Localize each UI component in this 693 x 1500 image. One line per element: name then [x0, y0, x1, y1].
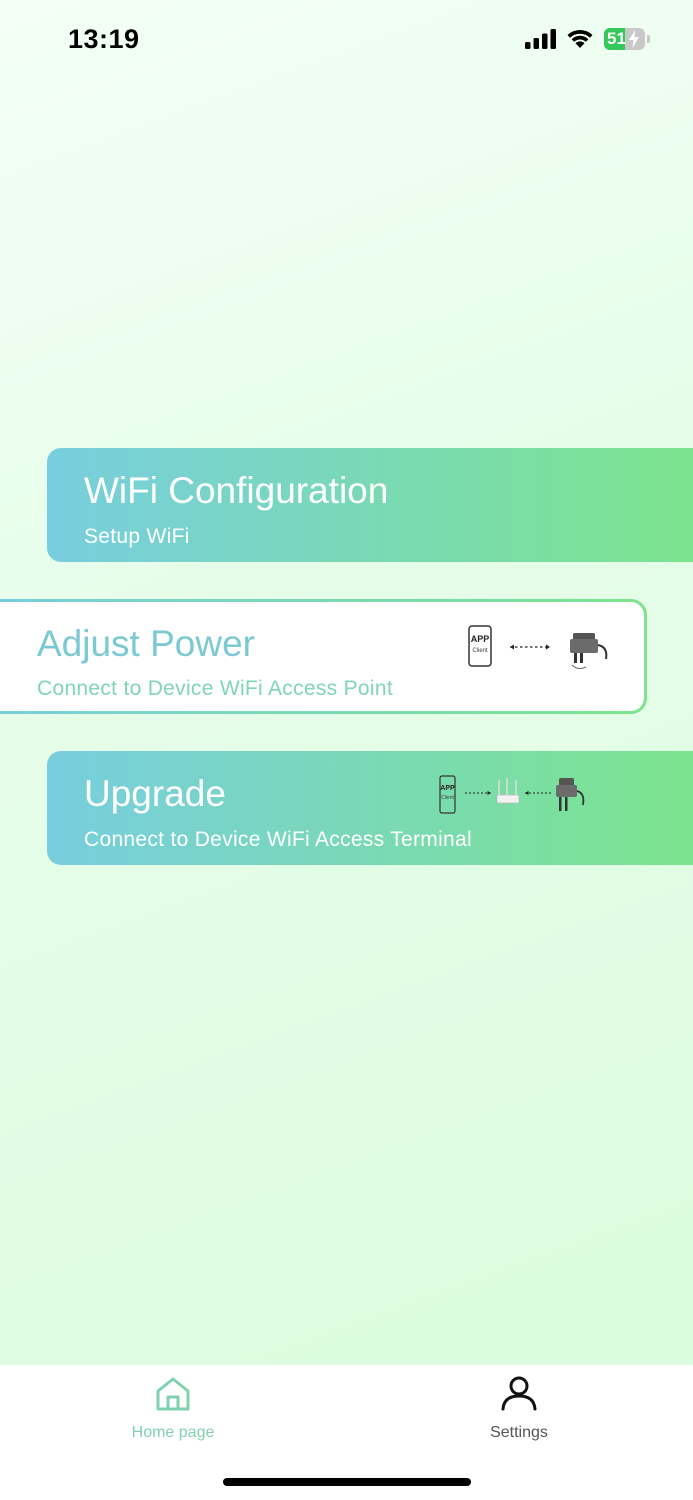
status-time: 13:19: [68, 24, 140, 54]
battery-level: 51: [607, 29, 626, 48]
tab-home[interactable]: Home page: [0, 1365, 346, 1465]
client-label: Client: [441, 795, 454, 801]
app-label: APP: [440, 785, 455, 792]
card-subtitle: Setup WiFi: [84, 525, 190, 548]
home-indicator: [223, 1478, 471, 1486]
upgrade-card[interactable]: Upgrade Connect to Device WiFi Access Te…: [47, 751, 693, 865]
cellular-signal-icon: [525, 29, 556, 49]
card-title: Adjust Power: [37, 623, 255, 664]
inverter-device-icon: [570, 633, 608, 670]
tab-home-label: Home page: [131, 1424, 215, 1441]
wifi-configuration-card[interactable]: WiFi Configuration Setup WiFi: [47, 448, 693, 562]
card-subtitle: Connect to Device WiFi Access Terminal: [84, 828, 472, 851]
app-to-device-illustration-icon: APP Client: [468, 625, 608, 670]
app-router-device-illustration-icon: APP Client: [439, 775, 585, 814]
router-icon: [496, 778, 520, 804]
phone-icon: [468, 625, 492, 667]
card-subtitle: Connect to Device WiFi Access Point: [37, 677, 393, 700]
status-bar: 13:19 51: [0, 0, 693, 80]
battery-body: 51: [604, 28, 645, 50]
tab-settings-label: Settings: [490, 1424, 548, 1441]
card-title: Upgrade: [84, 773, 226, 814]
wifi-icon: [567, 29, 593, 48]
adjust-power-card[interactable]: Adjust Power Connect to Device WiFi Acce…: [0, 599, 647, 714]
charging-bolt-icon: [629, 30, 639, 48]
app-label: APP: [471, 634, 490, 644]
tab-settings[interactable]: Settings: [346, 1365, 692, 1465]
user-icon: [501, 1376, 537, 1411]
client-label: Client: [472, 648, 488, 654]
card-title: WiFi Configuration: [84, 470, 389, 511]
battery-cap: [647, 35, 650, 43]
battery-charging-icon: 51: [604, 28, 650, 50]
home-icon: [156, 1377, 190, 1411]
inverter-device-icon: [556, 778, 585, 811]
